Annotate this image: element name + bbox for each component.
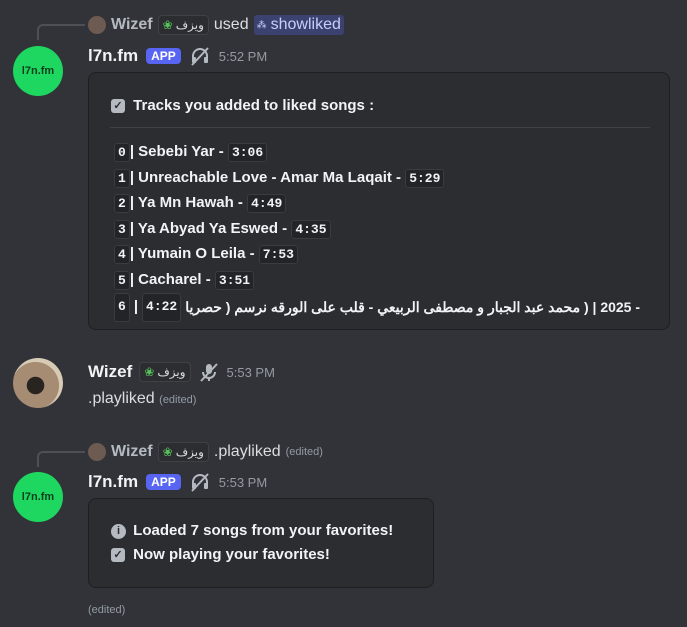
server-tag[interactable]: ❀ ويزف (139, 362, 191, 382)
server-tag[interactable]: ❀ ويزف (157, 442, 209, 462)
embed-line-loaded: i Loaded 7 songs from your favorites! (111, 522, 393, 539)
track-list: 0 | Sebebi Yar - 3:06 1 | Unreachable Love… (114, 140, 640, 322)
bot-username[interactable]: l7n.fm (88, 472, 138, 492)
reply-connector (37, 24, 85, 40)
embed-divider (110, 127, 650, 128)
reply-text: .playliked (213, 443, 281, 460)
reply-username[interactable]: Wizef (111, 443, 153, 461)
command-icon: ⁂ (256, 19, 267, 31)
server-tag[interactable]: ❀ ويزف (157, 15, 209, 35)
timestamp[interactable]: 5:52 PM (219, 49, 267, 64)
tracks-embed: ✓ Tracks you added to liked songs : 0 | S… (88, 72, 670, 330)
bot-avatar[interactable]: l7n.fm (13, 46, 63, 96)
muted-mic-icon (199, 363, 218, 382)
reply-username[interactable]: Wizef (111, 16, 153, 34)
status-embed: i Loaded 7 songs from your favorites! ✓ … (88, 498, 434, 588)
bot-avatar[interactable]: l7n.fm (13, 472, 63, 522)
reply-avatar[interactable] (88, 16, 106, 34)
slash-command[interactable]: ⁂ showliked (253, 15, 344, 35)
app-badge: APP (146, 474, 181, 490)
embed-line-playing: ✓ Now playing your favorites! (111, 546, 330, 563)
reply-preview[interactable]: Wizef ❀ ويزف used ⁂ showliked (88, 14, 344, 36)
message-header: l7n.fm APP 5:52 PM (88, 44, 267, 68)
leaf-icon: ❀ (144, 365, 155, 379)
track-row: 2 | Ya Mn Hawah - 4:49 (114, 191, 640, 217)
bot-username[interactable]: l7n.fm (88, 46, 138, 66)
checkbox-icon: ✓ (111, 99, 125, 114)
leaf-icon: ❀ (162, 445, 173, 459)
embed-title: ✓ Tracks you added to liked songs : (111, 97, 374, 114)
track-row: 4 | Yumain O Leila - 7:53 (114, 242, 640, 268)
track-row: 6 | 4:22- 2025 | ( محمد عبد الجبار و مصطفى… (114, 293, 640, 322)
checkbox-icon: ✓ (111, 548, 125, 563)
reply-preview[interactable]: Wizef ❀ ويزف .playliked (edited) (88, 441, 323, 463)
track-row: 3 | Ya Abyad Ya Eswed - 4:35 (114, 217, 640, 243)
deafened-icon (191, 47, 209, 66)
reply-connector (37, 451, 85, 467)
reply-avatar[interactable] (88, 443, 106, 461)
timestamp[interactable]: 5:53 PM (219, 475, 267, 490)
message-content: .playliked (edited) (88, 390, 197, 407)
track-row: 1 | Unreachable Love - Amar Ma Laqait - 5… (114, 166, 640, 192)
message-header: Wizef ❀ ويزف 5:53 PM (88, 360, 275, 384)
track-row: 0 | Sebebi Yar - 3:06 (114, 140, 640, 166)
leaf-icon: ❀ (162, 18, 173, 32)
timestamp[interactable]: 5:53 PM (227, 365, 275, 380)
app-badge: APP (146, 48, 181, 64)
user-avatar[interactable] (13, 358, 63, 408)
edited-label: (edited) (159, 394, 197, 406)
message-header: l7n.fm APP 5:53 PM (88, 470, 267, 494)
username[interactable]: Wizef (88, 362, 132, 382)
edited-label: (edited) (88, 604, 126, 616)
reply-used-text: used (213, 16, 249, 33)
edited-label: (edited) (285, 446, 323, 458)
deafened-icon (191, 473, 209, 492)
info-icon: i (111, 523, 126, 539)
track-row: 5 | Cacharel - 3:51 (114, 268, 640, 294)
